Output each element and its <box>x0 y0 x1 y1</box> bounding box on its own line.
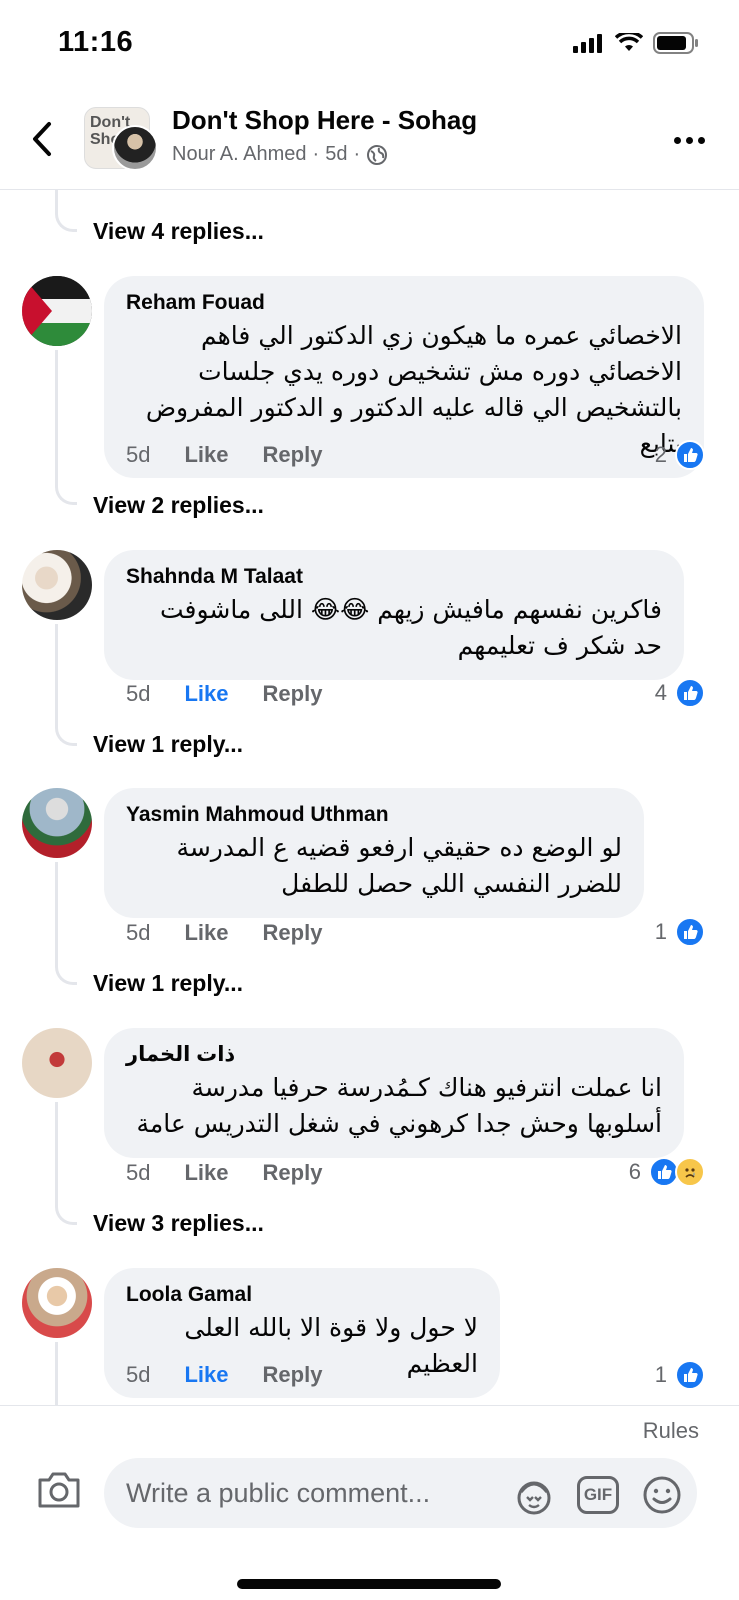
comment-bubble[interactable]: Shahnda M Talaat فاكرين نفسهم مافيش زيهم… <box>104 550 684 680</box>
emoji-icon[interactable] <box>641 1474 683 1516</box>
comment-time: 5d <box>126 442 151 467</box>
post-header: Don't Shop Don't Shop Here - Sohag Nour … <box>0 95 739 190</box>
reply-thread-line <box>55 862 77 985</box>
comment-actions: 5d Like Reply <box>126 442 322 468</box>
reaction-summary[interactable]: 1 <box>655 917 705 947</box>
like-button[interactable]: Like <box>184 681 228 707</box>
dot-icon <box>685 136 693 144</box>
reply-button[interactable]: Reply <box>263 1362 323 1388</box>
reply-button[interactable]: Reply <box>263 920 323 946</box>
rules-link[interactable]: Rules <box>643 1418 699 1444</box>
comment-bubble[interactable]: ذات الخمار انا عملت انترفيو هناك كـمُدرس… <box>104 1028 684 1158</box>
reply-button[interactable]: Reply <box>263 442 323 468</box>
post-age: 5d <box>325 143 348 165</box>
reply-button[interactable]: Reply <box>263 681 323 707</box>
reply-thread-line <box>55 350 77 505</box>
back-button[interactable] <box>26 117 58 161</box>
group-title[interactable]: Don't Shop Here - Sohag <box>172 105 477 136</box>
reaction-count: 1 <box>654 1362 667 1387</box>
thumbs-up-icon <box>675 678 705 708</box>
comment-actions: 5d Like Reply <box>126 681 322 707</box>
view-replies-link[interactable]: View 4 replies... <box>93 218 264 245</box>
commenter-name[interactable]: Reham Fouad <box>126 288 682 318</box>
view-replies-link[interactable]: View 3 replies... <box>93 1210 264 1237</box>
reaction-count: 6 <box>628 1159 641 1184</box>
reaction-summary[interactable]: 4 <box>655 678 705 708</box>
comment-text: لو الوضع ده حقيقي ارفعو قضيه ع المدرسة ل… <box>176 833 622 898</box>
chevron-left-icon <box>33 122 51 156</box>
commenter-avatar[interactable] <box>22 550 92 620</box>
thumbs-up-icon <box>675 917 705 947</box>
commenter-name[interactable]: Shahnda M Talaat <box>126 562 662 592</box>
like-button[interactable]: Like <box>184 442 228 468</box>
commenter-name[interactable]: Loola Gamal <box>126 1280 478 1310</box>
gif-button[interactable]: GIF <box>577 1476 619 1514</box>
status-icons <box>573 32 699 54</box>
commenter-avatar[interactable] <box>22 788 92 858</box>
comment-time: 5d <box>126 1362 151 1387</box>
gif-label: GIF <box>583 1485 613 1504</box>
wifi-icon <box>615 33 643 51</box>
camera-icon <box>38 1472 80 1508</box>
comment-actions: 5d Like Reply <box>126 920 322 946</box>
author-avatar[interactable] <box>112 125 158 171</box>
reply-thread-line <box>55 190 77 232</box>
thumbs-up-icon <box>675 1360 705 1390</box>
dot-icon <box>697 136 705 144</box>
like-button[interactable]: Like <box>184 920 228 946</box>
reaction-summary[interactable]: 2 <box>655 440 705 470</box>
camera-button[interactable] <box>36 1470 82 1516</box>
comment-bubble[interactable]: Yasmin Mahmoud Uthman لو الوضع ده حقيقي … <box>104 788 644 918</box>
comment-time: 5d <box>126 681 151 706</box>
reaction-summary[interactable]: 6 <box>629 1157 705 1187</box>
sad-reaction-icon <box>675 1157 705 1187</box>
view-replies-link[interactable]: View 2 replies... <box>93 492 264 519</box>
commenter-avatar[interactable] <box>22 276 92 346</box>
comment-time: 5d <box>126 920 151 945</box>
comments-feed[interactable]: View 4 replies... Reham Fouad الاخصائي ع… <box>0 190 739 1405</box>
comment-text: الاخصائي عمره ما هيكون زي الدكتور الي فا… <box>145 321 682 458</box>
comment-actions: 5d Like Reply <box>126 1362 322 1388</box>
reply-thread-line <box>55 624 77 746</box>
comment-time: 5d <box>126 1160 151 1185</box>
reply-button[interactable]: Reply <box>263 1160 323 1186</box>
meta-separator: · <box>353 143 361 165</box>
status-time: 11:16 <box>58 26 134 58</box>
like-button[interactable]: Like <box>184 1362 228 1388</box>
thumbs-up-icon <box>675 440 705 470</box>
commenter-name[interactable]: Yasmin Mahmoud Uthman <box>126 800 622 830</box>
view-replies-link[interactable]: View 1 reply... <box>93 970 243 997</box>
comment-actions: 5d Like Reply <box>126 1160 322 1186</box>
more-options-button[interactable] <box>669 125 709 155</box>
dot-icon <box>673 136 681 144</box>
avatar-sticker-icon[interactable] <box>513 1474 555 1516</box>
commenter-name[interactable]: ذات الخمار <box>126 1040 662 1070</box>
meta-separator: · <box>312 143 320 165</box>
post-meta: Nour A. Ahmed · 5d · <box>172 143 388 166</box>
cellular-signal-icon <box>573 34 602 53</box>
reaction-count: 1 <box>654 919 667 944</box>
comment-text: انا عملت انترفيو هناك كـمُدرسة حرفيا مدر… <box>136 1073 662 1138</box>
reply-thread-line <box>55 1102 77 1225</box>
reaction-count: 2 <box>654 442 667 467</box>
reply-thread-line <box>55 1342 77 1405</box>
reaction-count: 4 <box>654 680 667 705</box>
commenter-avatar[interactable] <box>22 1028 92 1098</box>
comment-composer: Rules GIF <box>0 1405 739 1600</box>
battery-icon <box>653 32 698 54</box>
reaction-summary[interactable]: 1 <box>655 1360 705 1390</box>
home-indicator[interactable] <box>237 1579 501 1589</box>
commenter-avatar[interactable] <box>22 1268 92 1338</box>
author-name[interactable]: Nour A. Ahmed <box>172 143 307 166</box>
like-button[interactable]: Like <box>184 1160 228 1186</box>
status-bar: 11:16 <box>0 0 739 90</box>
composer-icons: GIF <box>513 1474 683 1516</box>
globe-icon <box>367 144 388 165</box>
comment-text: فاكرين نفسهم مافيش زيهم 😂😂 اللى ماشوفت ح… <box>159 595 662 660</box>
view-replies-link[interactable]: View 1 reply... <box>93 731 243 758</box>
flag-avatar-image <box>22 276 92 346</box>
